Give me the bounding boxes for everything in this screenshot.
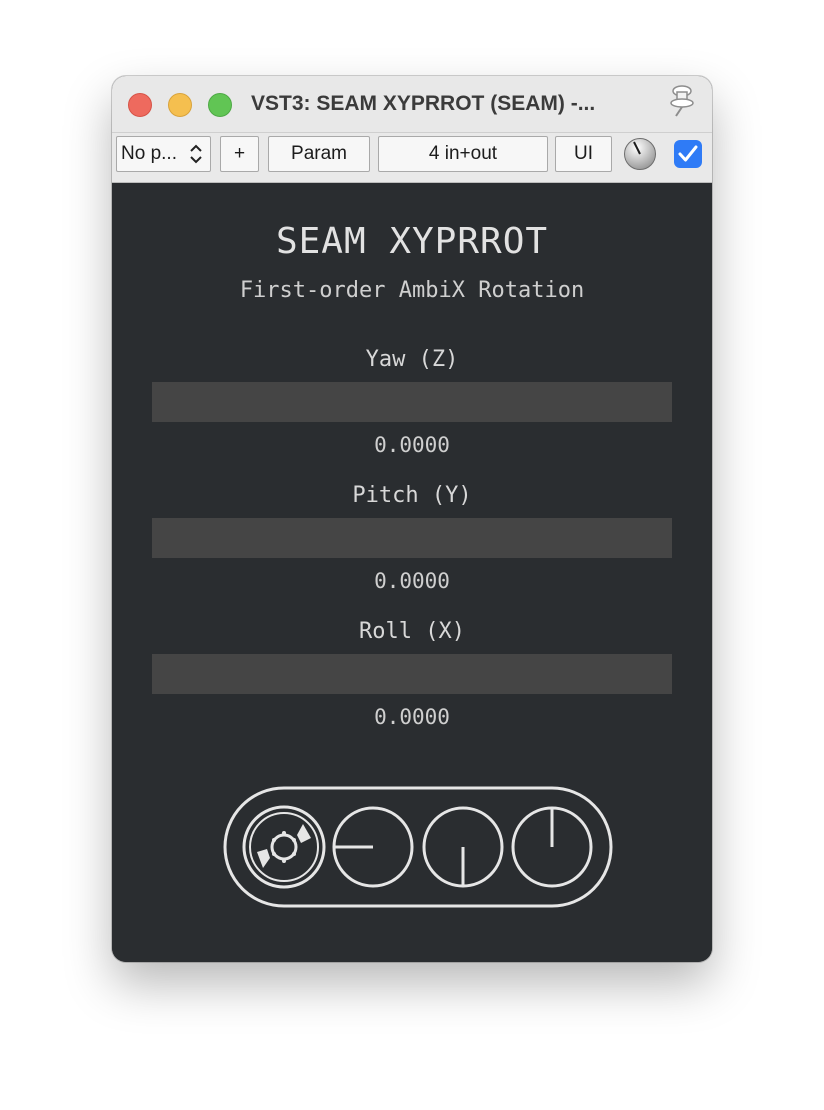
plugin-title: SEAM XYPRROT <box>275 221 549 262</box>
plugin-window: VST3: SEAM XYPRROT (SEAM) -... No p... +… <box>112 76 712 962</box>
plugin-subtitle: First-order AmbiX Rotation <box>239 278 585 303</box>
io-config-button[interactable]: 4 in+out <box>378 136 548 172</box>
plugin-editor: SEAM XYPRROT First-order AmbiX Rotation … <box>112 183 712 962</box>
yaw-slider[interactable] <box>152 382 672 422</box>
host-toolbar: No p... + Param 4 in+out UI <box>112 133 712 183</box>
roll-value: 0.0000 <box>374 705 450 729</box>
roll-slider[interactable] <box>152 654 672 694</box>
preset-select-label: No p... <box>121 143 177 164</box>
roll-label: Roll (X) <box>359 619 465 644</box>
knob-icon[interactable] <box>623 137 657 171</box>
param-button[interactable]: Param <box>268 136 370 172</box>
preset-select[interactable]: No p... <box>116 136 211 172</box>
yaw-label: Yaw (Z) <box>365 347 459 372</box>
window-title: VST3: SEAM XYPRROT (SEAM) -... <box>251 92 596 115</box>
title-bar: VST3: SEAM XYPRROT (SEAM) -... <box>112 76 712 133</box>
close-window-button[interactable] <box>128 93 152 117</box>
bypass-checkbox[interactable] <box>674 140 702 168</box>
updown-chevron-icon <box>190 144 202 164</box>
pitch-slider[interactable] <box>152 518 672 558</box>
minimize-window-button[interactable] <box>168 93 192 117</box>
ui-toggle-button[interactable]: UI <box>555 136 612 172</box>
pitch-label: Pitch (Y) <box>352 483 472 508</box>
pitch-value: 0.0000 <box>374 569 450 593</box>
yaw-value: 0.0000 <box>374 433 450 457</box>
seam-logo-icon <box>223 786 613 908</box>
pin-icon[interactable] <box>662 82 698 118</box>
checkmark-icon <box>678 145 698 162</box>
zoom-window-button[interactable] <box>208 93 232 117</box>
add-preset-button[interactable]: + <box>220 136 259 172</box>
